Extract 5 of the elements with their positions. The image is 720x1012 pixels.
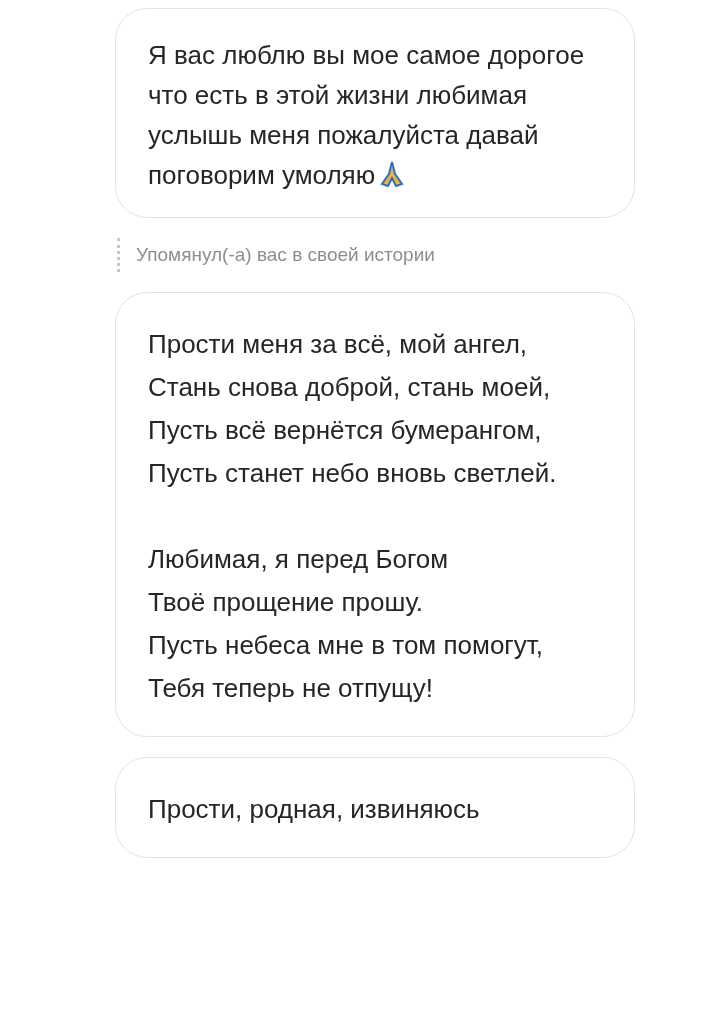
dotted-line [117,238,120,272]
message-text: Я вас люблю вы мое самое дорогое что есть в этой жизни любимая услышь меня пожалуйста давай поговорим умоляю [148,39,586,192]
mention-note: Упомянул(-а) вас в своей истории [136,244,435,266]
message-text: Прости, родная, извиняюсь [148,793,481,826]
message-text: Прости меня за всё, мой ангел, Стань снова доброй, стань моей, Пусть всё вернётся бумерангом, Пусть станет небо вновь светлей. Любимая, я перед Богом Твоё прощение прошу. Пусть небеса мне в том помогут, Тебя теперь не отпущу! [148,328,558,705]
